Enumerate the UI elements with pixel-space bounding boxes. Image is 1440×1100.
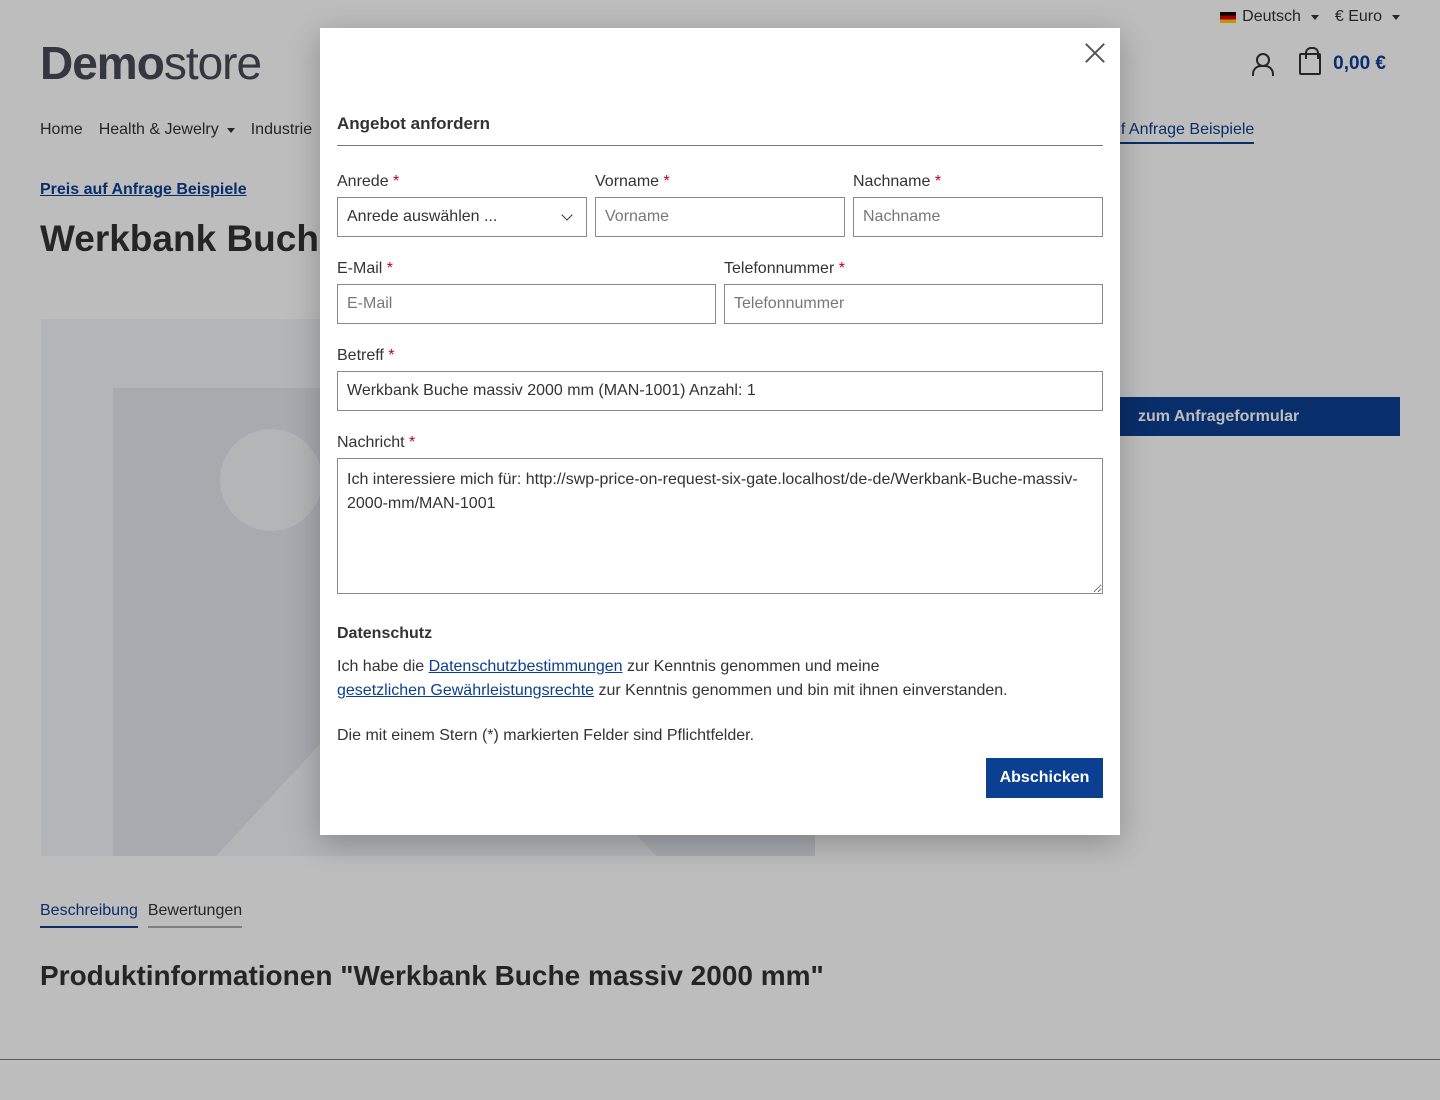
nachricht-field: Nachricht * Ich interessiere mich für: h… <box>337 434 1103 599</box>
anrede-value: Anrede auswählen ... <box>347 208 498 225</box>
telefon-input[interactable] <box>724 284 1103 324</box>
chevron-down-icon <box>561 209 573 221</box>
privacy-policy-link[interactable]: Datenschutzbestimmungen <box>429 658 623 675</box>
required-fields-note: Die mit einem Stern (*) markierten Felde… <box>337 727 755 744</box>
privacy-title: Datenschutz <box>337 625 433 642</box>
privacy-text-part: zur Kenntnis genommen und bin mit ihnen … <box>594 682 1008 699</box>
submit-button[interactable]: Abschicken <box>986 758 1103 798</box>
nachname-field: Nachname * <box>853 173 1103 237</box>
privacy-text: Ich habe die Datenschutzbestimmungen zur… <box>337 655 1107 703</box>
email-field: E-Mail * <box>337 260 716 324</box>
telefon-label: Telefonnummer * <box>724 260 845 277</box>
privacy-text-part: Ich habe die <box>337 658 429 675</box>
nachricht-textarea[interactable]: Ich interessiere mich für: http://swp-pr… <box>337 458 1103 594</box>
email-label: E-Mail * <box>337 260 394 277</box>
modal-title: Angebot anfordern <box>337 114 1103 146</box>
vorname-field: Vorname * <box>595 173 845 237</box>
privacy-text-part: zur Kenntnis genommen und meine <box>622 658 880 675</box>
quote-request-modal: Angebot anfordern Anrede * Anrede auswäh… <box>320 28 1120 835</box>
telefon-field: Telefonnummer * <box>724 260 1103 324</box>
email-input[interactable] <box>337 284 716 324</box>
anrede-select[interactable]: Anrede auswählen ... <box>337 197 587 237</box>
anrede-field: Anrede * Anrede auswählen ... <box>337 173 587 237</box>
betreff-field: Betreff * <box>337 347 1103 411</box>
anrede-label: Anrede * <box>337 173 400 190</box>
vorname-label: Vorname * <box>595 173 670 190</box>
nachricht-label: Nachricht * <box>337 434 416 451</box>
vorname-input[interactable] <box>595 197 845 237</box>
betreff-label: Betreff * <box>337 347 395 364</box>
betreff-input[interactable] <box>337 371 1103 411</box>
warranty-rights-link[interactable]: gesetzlichen Gewährleistungsrechte <box>337 682 594 699</box>
nachname-input[interactable] <box>853 197 1103 237</box>
close-icon[interactable] <box>1084 42 1106 64</box>
nachname-label: Nachname * <box>853 173 942 190</box>
